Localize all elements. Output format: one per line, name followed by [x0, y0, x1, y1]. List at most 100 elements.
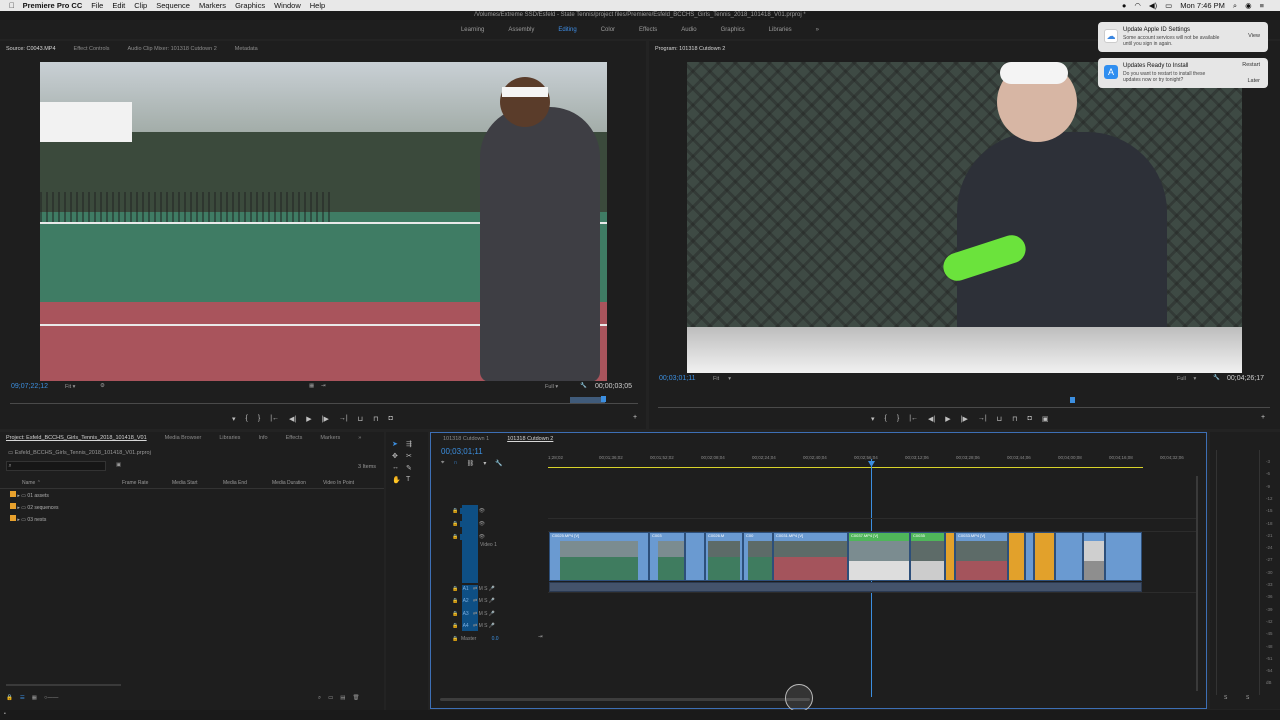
icon-view-icon[interactable]: ▦ — [32, 695, 37, 701]
restart-button[interactable]: Restart — [1242, 62, 1260, 68]
overwrite-button-icon[interactable]: ⊓ — [373, 415, 378, 423]
col-name[interactable]: Name ⌃ — [22, 480, 122, 486]
clock[interactable]: Mon 7:46 PM — [1180, 1, 1225, 10]
tab-program[interactable]: Program: 101318 Cutdown 2 — [655, 46, 725, 52]
settings-icon[interactable]: ⚙ — [100, 383, 105, 389]
program-mark-in-icon[interactable]: { — [885, 415, 887, 423]
workspace-assembly[interactable]: Assembly — [508, 27, 534, 33]
program-quality-dropdown[interactable]: Full ▾ — [1177, 376, 1196, 382]
find-icon[interactable]: ⌕ — [318, 695, 321, 702]
program-add-marker-icon[interactable]: ▾ — [871, 415, 875, 423]
export-frame-icon[interactable]: ▦ — [309, 383, 314, 389]
mic-icon[interactable]: 🎤 — [489, 598, 495, 604]
app-menu[interactable]: Premiere Pro CC — [23, 1, 83, 10]
play-icon[interactable]: ▶ — [306, 415, 311, 423]
source-playhead[interactable] — [601, 396, 606, 402]
workspace-libraries[interactable]: Libraries — [769, 27, 792, 33]
video-clip[interactable] — [1055, 532, 1083, 581]
source-timecode[interactable]: 09;07;22;12 — [11, 383, 48, 390]
program-go-to-out-icon[interactable]: →| — [978, 415, 987, 423]
notification-updates[interactable]: A Updates Ready to Install Do you want t… — [1098, 58, 1268, 88]
list-icon[interactable]: ≡ — [1260, 1, 1264, 10]
mic-icon[interactable]: 🎤 — [489, 623, 495, 629]
tab-libraries[interactable]: Libraries — [219, 435, 240, 441]
track-label[interactable]: A1 — [460, 586, 472, 592]
lock-icon[interactable]: 🔒 — [452, 636, 458, 642]
insert-icon[interactable]: ⇥ — [321, 383, 326, 389]
step-forward-icon[interactable]: |▶ — [322, 415, 329, 423]
tab-markers[interactable]: Markers — [320, 435, 340, 441]
menu-file[interactable]: File — [91, 1, 103, 10]
camera-icon[interactable]: ◘ — [389, 415, 393, 423]
sync-lock-icon[interactable]: ⇄ — [473, 611, 477, 617]
source-quality-dropdown[interactable]: Full ▾ — [545, 384, 558, 390]
lock-icon[interactable]: 🔒 — [452, 534, 458, 540]
apple-icon[interactable]:  — [9, 1, 15, 10]
video-clip[interactable]: C0033.MP4 [V] — [955, 532, 1008, 581]
lock-icon[interactable]: 🔒 — [452, 623, 458, 629]
go-to-in-icon[interactable]: |← — [270, 415, 279, 423]
menu-help[interactable]: Help — [310, 1, 325, 10]
wrench-icon[interactable]: 🔧 — [580, 383, 587, 389]
pen-tool-icon[interactable]: ✎ — [406, 464, 420, 472]
list-item[interactable]: ▸ ▭ 03 nests — [10, 514, 59, 526]
program-play-icon[interactable]: ▶ — [945, 415, 950, 423]
program-mark-out-icon[interactable]: } — [897, 415, 899, 423]
sync-lock-icon[interactable]: ⇄ — [473, 598, 477, 604]
later-button[interactable]: Later — [1247, 78, 1260, 84]
program-step-forward-icon[interactable]: |▶ — [961, 415, 968, 423]
project-search-input[interactable]: ⌕ — [6, 461, 106, 471]
col-media-start[interactable]: Media Start — [172, 480, 223, 486]
linked-selection-icon[interactable]: ⛓ — [467, 460, 475, 467]
col-frame-rate[interactable]: Frame Rate — [122, 480, 172, 486]
list-item[interactable]: ▸ ▭ 01 assets — [10, 490, 59, 502]
tab-effects[interactable]: Effects — [286, 435, 303, 441]
source-add-button-icon[interactable]: + — [633, 414, 637, 421]
col-media-end[interactable]: Media End — [223, 480, 272, 486]
list-view-icon[interactable]: ☰ — [20, 695, 25, 701]
workspace-learning[interactable]: Learning — [461, 27, 484, 33]
lock-icon[interactable]: 🔒 — [452, 508, 458, 514]
video-clip[interactable] — [945, 532, 955, 581]
magnet-icon[interactable]: ∩ — [453, 460, 457, 467]
view-button[interactable]: View — [1248, 33, 1260, 39]
type-tool-icon[interactable]: T — [406, 476, 420, 484]
notification-apple-id[interactable]: ☁ Update Apple ID Settings Some account … — [1098, 22, 1268, 52]
video-clip[interactable]: C0035 — [910, 532, 945, 581]
program-playhead[interactable] — [1070, 397, 1075, 403]
lock-icon[interactable]: 🔒 — [452, 586, 458, 592]
new-item-icon[interactable]: ▤ — [340, 695, 345, 702]
tab-metadata[interactable]: Metadata — [235, 46, 258, 52]
timeline-settings-icon[interactable]: 🔧 — [495, 460, 502, 467]
user-icon[interactable]: ◉ — [1245, 1, 1252, 10]
lift-icon[interactable]: ⊔ — [997, 415, 1002, 423]
menu-graphics[interactable]: Graphics — [235, 1, 265, 10]
go-to-out-icon[interactable]: →| — [339, 415, 348, 423]
video-clip[interactable]: C0031.MP4 [V] — [773, 532, 848, 581]
sync-lock-icon[interactable]: ⇄ — [473, 623, 477, 629]
master-value[interactable]: 0.0 — [492, 636, 499, 642]
solo-right-button[interactable]: S — [1246, 695, 1249, 701]
video-clip[interactable] — [1083, 532, 1105, 581]
selection-tool-icon[interactable]: ➤ — [392, 440, 406, 448]
program-add-button-icon[interactable]: + — [1261, 414, 1265, 421]
tab-audio-clip-mixer[interactable]: Audio Clip Mixer: 101318 Cutdown 2 — [128, 46, 217, 52]
workspace-audio[interactable]: Audio — [681, 27, 696, 33]
program-step-back-icon[interactable]: ◀| — [928, 415, 935, 423]
zoom-slider[interactable]: ○—— — [44, 695, 58, 701]
menu-clip[interactable]: Clip — [134, 1, 147, 10]
col-media-duration[interactable]: Media Duration — [272, 480, 323, 486]
video-clip[interactable] — [1008, 532, 1025, 581]
new-bin-footer-icon[interactable]: ▭ — [328, 695, 333, 702]
mark-out-icon[interactable]: } — [258, 415, 260, 423]
snap-icon[interactable]: ⌖ — [441, 460, 444, 467]
record-icon[interactable]: ● — [1122, 1, 1127, 10]
program-go-to-in-icon[interactable]: |← — [909, 415, 918, 423]
video-clip[interactable]: C0037.MP4 [V] — [848, 532, 910, 581]
tab-source[interactable]: Source: C0043.MP4 — [6, 46, 56, 52]
slip-tool-icon[interactable]: ↔ — [392, 464, 406, 472]
panel-overflow-icon[interactable]: » — [358, 435, 361, 441]
lock-icon[interactable]: 🔒 — [6, 695, 13, 701]
add-marker-icon[interactable]: ▾ — [232, 415, 236, 423]
new-bin-icon[interactable]: ▣ — [116, 462, 121, 468]
